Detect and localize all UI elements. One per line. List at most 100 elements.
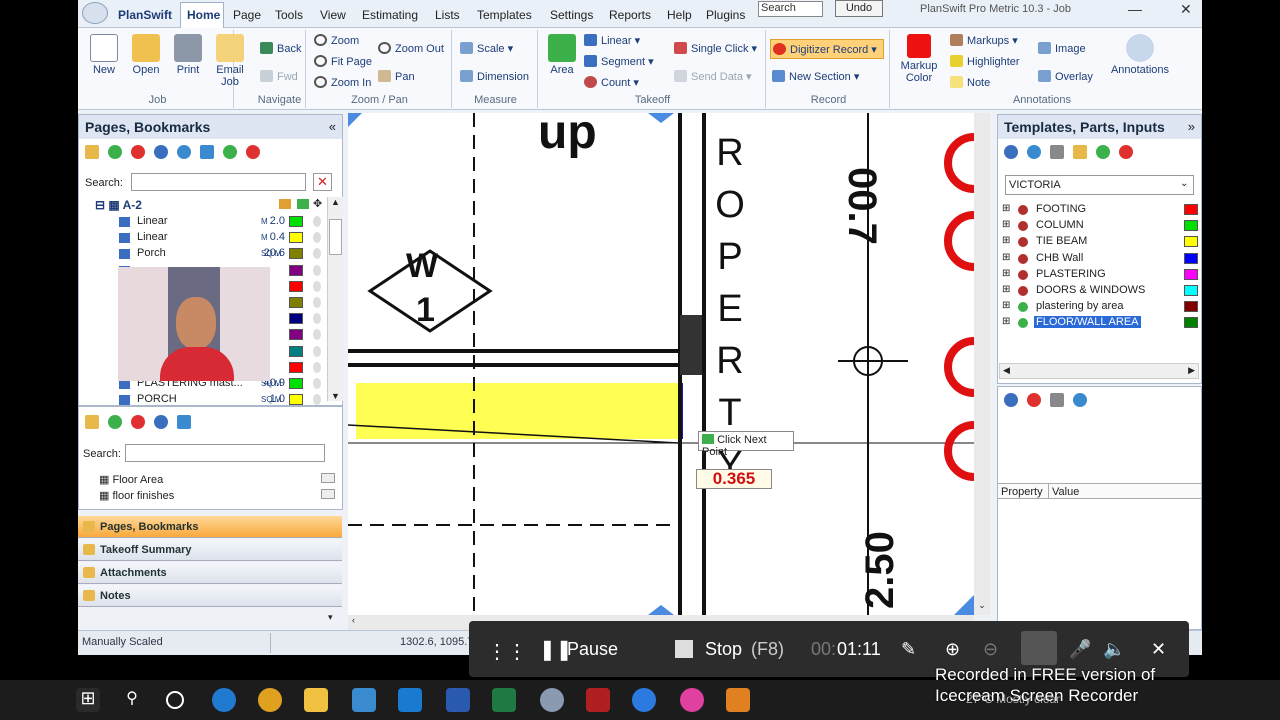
pencil-icon[interactable]: ✎: [901, 639, 916, 660]
digitizer-record-button[interactable]: Digitizer Record ▾: [770, 39, 884, 59]
linear-button[interactable]: Linear ▾: [584, 34, 640, 47]
word-icon[interactable]: [446, 688, 470, 712]
item-color-swatch[interactable]: [289, 361, 303, 373]
edge-icon[interactable]: [212, 688, 236, 712]
template-color-swatch[interactable]: [1184, 285, 1198, 296]
zoom-out-icon[interactable]: ⊖: [983, 639, 998, 660]
plan-canvas[interactable]: up W 1 ROPERTY 00.7 2.50 Click Next Poin…: [348, 113, 974, 615]
lightbulb-icon[interactable]: [313, 280, 321, 292]
highlighter-button[interactable]: Highlighter: [950, 55, 1020, 68]
tree-item[interactable]: Linear 2.0 M: [119, 215, 323, 230]
import-icon[interactable]: [1050, 145, 1064, 159]
refresh-icon[interactable]: [1073, 393, 1087, 407]
template-color-swatch[interactable]: [1184, 317, 1198, 329]
expand-icon[interactable]: ⊞: [1002, 219, 1010, 230]
template-item[interactable]: ⊞ FOOTING: [1002, 203, 1200, 218]
fit-page-button[interactable]: Fit Page: [314, 55, 372, 68]
print-button[interactable]: Print: [172, 34, 204, 76]
clear-search-icon[interactable]: ✕: [313, 173, 332, 191]
scroll-down-icon[interactable]: ⌄: [974, 600, 990, 611]
move-icon[interactable]: ✥: [313, 197, 322, 210]
fwd-button[interactable]: Fwd: [260, 70, 298, 83]
add-icon[interactable]: [1096, 145, 1110, 159]
collapse-right-icon[interactable]: »: [1188, 119, 1195, 134]
bookmarks-search-input[interactable]: [125, 444, 325, 462]
email-job-button[interactable]: Email Job: [210, 34, 250, 88]
mail-icon[interactable]: [398, 688, 422, 712]
pause-button[interactable]: Pause: [567, 639, 618, 660]
tab-templates[interactable]: Templates: [477, 8, 532, 22]
item-color-swatch[interactable]: [289, 345, 303, 357]
folder-icon[interactable]: [85, 415, 99, 429]
stop-button[interactable]: Stop: [705, 639, 742, 660]
lightbulb-icon[interactable]: [313, 329, 321, 341]
expand-icon[interactable]: ⊞: [1002, 316, 1010, 327]
delete-icon[interactable]: [131, 415, 145, 429]
tab-home[interactable]: Home: [180, 2, 224, 29]
new-button[interactable]: New: [88, 34, 120, 76]
lightbulb-icon[interactable]: [313, 216, 321, 227]
scroll-right-icon[interactable]: ▶: [1188, 365, 1195, 376]
zoom-in-icon[interactable]: ⊕: [945, 639, 960, 660]
gear-icon[interactable]: [1004, 393, 1018, 407]
microphone-icon[interactable]: 🎤: [1069, 639, 1091, 660]
bookmark-view-icon[interactable]: [321, 489, 335, 499]
scroll-left-icon[interactable]: ◀: [1003, 365, 1010, 376]
gear-icon[interactable]: [1004, 145, 1018, 159]
refresh-icon[interactable]: [1027, 145, 1041, 159]
excel-icon[interactable]: [492, 688, 516, 712]
chrome-icon[interactable]: [258, 688, 282, 712]
accordion-notes[interactable]: Notes: [78, 585, 342, 607]
plus-circle-icon[interactable]: [223, 145, 237, 159]
image-button[interactable]: Image: [1038, 42, 1086, 55]
collapse-left-icon[interactable]: «: [329, 119, 336, 134]
template-item[interactable]: ⊞ TIE BEAM: [1002, 235, 1200, 250]
item-color-swatch[interactable]: [289, 280, 303, 292]
tab-estimating[interactable]: Estimating: [362, 8, 418, 22]
back-button[interactable]: Back: [260, 42, 301, 55]
template-color-swatch[interactable]: [1184, 236, 1198, 248]
gear-icon[interactable]: [154, 145, 168, 159]
zoom-in-button[interactable]: Zoom In: [314, 76, 371, 89]
dimension-button[interactable]: Dimension: [460, 70, 529, 83]
template-item[interactable]: ⊞ COLUMN: [1002, 219, 1200, 234]
template-color-swatch[interactable]: [1184, 268, 1198, 280]
pages-search-input[interactable]: [131, 173, 306, 191]
send-data-button[interactable]: Send Data ▾: [674, 70, 752, 83]
overlay-button[interactable]: Overlay: [1038, 70, 1093, 83]
segment-button[interactable]: Segment ▾: [584, 55, 654, 68]
tree-scrollbar[interactable]: ▲ ▼: [327, 197, 343, 401]
webcam-toggle-icon[interactable]: [1021, 631, 1057, 665]
area-button[interactable]: Area: [544, 34, 580, 76]
zoom-out-button[interactable]: Zoom Out: [378, 42, 444, 55]
horizontal-scrollbar[interactable]: ◀ ▶: [999, 363, 1199, 379]
undo-button[interactable]: Undo: [835, 0, 883, 17]
template-dropdown[interactable]: VICTORIA: [1005, 175, 1194, 195]
lightbulb-icon[interactable]: [313, 232, 321, 244]
item-color-swatch[interactable]: [289, 232, 303, 244]
markups-button[interactable]: Markups ▾: [950, 34, 1018, 47]
item-color-swatch[interactable]: [289, 216, 303, 227]
count-button[interactable]: Count ▾: [584, 76, 639, 89]
item-color-swatch[interactable]: [289, 264, 303, 276]
delete-icon[interactable]: [1027, 393, 1041, 407]
item-color-swatch[interactable]: [289, 394, 303, 406]
lightbulb-icon[interactable]: [313, 361, 321, 373]
refresh-icon[interactable]: [177, 145, 191, 159]
page-node[interactable]: ⊟ ▦ A-2: [95, 198, 142, 212]
template-color-swatch[interactable]: [1184, 204, 1198, 215]
markup-color-button[interactable]: Markup Color: [898, 34, 940, 84]
file-explorer-icon[interactable]: [304, 688, 328, 712]
planswift-taskbar-icon[interactable]: [540, 688, 564, 712]
delete-icon[interactable]: [131, 145, 145, 159]
template-color-swatch[interactable]: [1184, 252, 1198, 264]
zoom-button[interactable]: Zoom: [314, 34, 359, 47]
accordion-pages-bookmarks[interactable]: Pages, Bookmarks: [78, 516, 342, 538]
tab-reports[interactable]: Reports: [609, 8, 651, 22]
add-icon[interactable]: [108, 415, 122, 429]
annotations-button[interactable]: Annotations: [1108, 34, 1172, 76]
canvas-vertical-scrollbar[interactable]: ⌄: [974, 113, 990, 615]
lightbulb-icon[interactable]: [313, 394, 321, 406]
tab-page[interactable]: Page: [233, 8, 261, 22]
app-name[interactable]: PlanSwift: [118, 8, 172, 22]
